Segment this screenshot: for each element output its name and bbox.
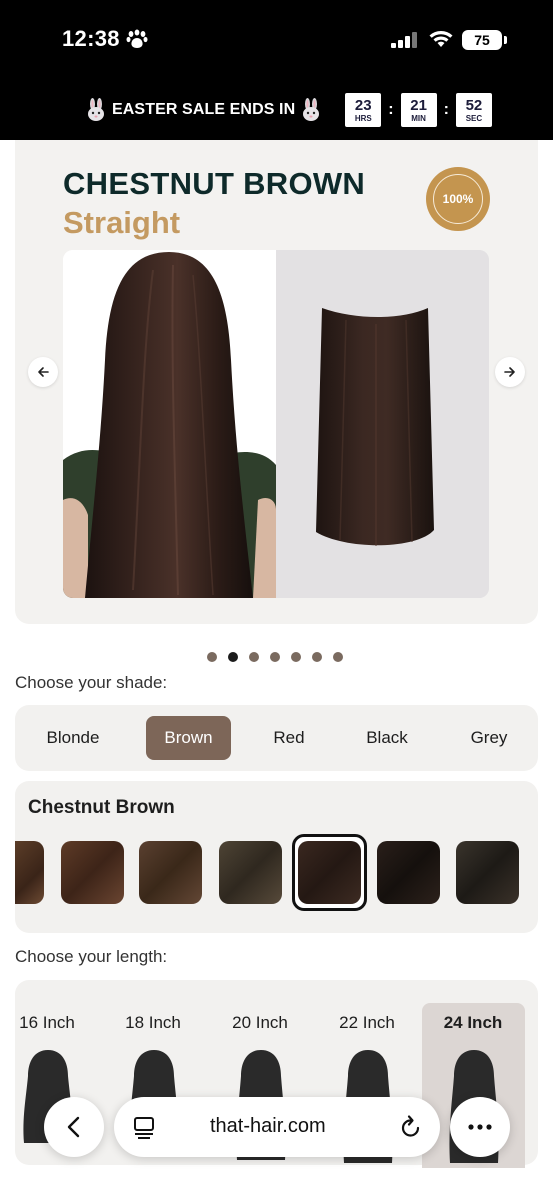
hair-extension-photo [276,250,489,598]
app-root: 12:38 75 EASTER SALE ENDS IN 23 HRS: 21… [0,0,553,1200]
shade-swatch-selected[interactable] [298,841,361,904]
product-color-title: CHESTNUT BROWN [63,166,366,201]
carousel-prev-button[interactable] [28,357,58,387]
carousel-next-button[interactable] [495,357,525,387]
signal-icon [391,32,417,48]
bunny-icon [88,98,104,121]
sale-banner: EASTER SALE ENDS IN 23 HRS : 21 MIN: 52… [86,93,492,127]
shade-swatch[interactable] [456,841,519,904]
shade-option-brown[interactable]: Brown [146,716,231,760]
countdown-separator: : [443,101,449,118]
carousel-dot[interactable] [207,652,217,662]
arrow-right-icon [504,367,515,377]
length-option-22[interactable]: 22 Inch [317,1013,417,1033]
shade-option-blonde[interactable]: Blonde [30,716,116,760]
shade-swatch[interactable] [15,841,44,904]
carousel-dot[interactable] [312,652,322,662]
carousel-pagination [207,652,343,662]
seal-percentage: 100% [442,192,474,206]
countdown-unit: HRS [354,113,372,123]
countdown-unit: SEC [465,113,483,123]
shade-option-red[interactable]: Red [258,716,320,760]
countdown-unit: MIN [411,113,426,123]
countdown-seconds: 52 SEC [455,93,492,127]
countdown-value: 21 [410,96,427,114]
carousel-dot[interactable] [249,652,259,662]
color-match-guarantee-seal: 100% [426,167,490,231]
tabs-icon[interactable] [133,1115,155,1139]
status-and-banner: 12:38 75 EASTER SALE ENDS IN 23 HRS: 21… [0,0,553,140]
shade-swatch[interactable] [139,841,202,904]
model-back-image [63,250,276,598]
carousel-dot[interactable] [291,652,301,662]
countdown-value: 52 [465,96,483,114]
length-option-20[interactable]: 20 Inch [210,1013,310,1033]
shade-swatch[interactable] [377,841,440,904]
carousel-dot[interactable] [270,652,280,662]
carousel-dot-active[interactable] [228,652,238,662]
paw-icon [126,29,148,48]
more-dots-icon [468,1124,492,1130]
length-section-label: Choose your length: [15,947,168,966]
reload-icon[interactable] [399,1114,423,1140]
status-time: 12:38 [62,26,120,51]
shade-option-black[interactable]: Black [352,716,422,760]
hair-extension-image [276,250,489,598]
countdown-hours: 23 HRS [345,93,382,127]
countdown-value: 23 [354,96,372,114]
arrow-left-icon [38,367,49,377]
length-option-16[interactable]: 16 Inch [0,1013,97,1033]
model-hair-photo [63,250,276,598]
bunny-icon [303,98,320,121]
product-style-title: Straight [63,205,181,240]
shade-section-label: Choose your shade: [15,673,168,692]
chevron-left-icon [67,1116,80,1138]
shade-option-grey[interactable]: Grey [454,716,524,760]
url-text[interactable]: that-hair.com [210,1115,326,1138]
shade-swatch[interactable] [219,841,282,904]
countdown-minutes: 21 MIN [400,93,437,127]
battery-indicator: 75 [462,30,507,50]
shade-swatch[interactable] [61,841,124,904]
carousel-dot[interactable] [333,652,343,662]
browser-more-button[interactable] [450,1097,510,1157]
countdown-separator: : [388,101,394,118]
length-option-24[interactable]: 24 Inch [423,1013,523,1033]
browser-back-button[interactable] [44,1097,104,1157]
sale-text: EASTER SALE ENDS IN [112,101,296,118]
selected-shade-name: Chestnut Brown [28,797,175,818]
length-option-18[interactable]: 18 Inch [103,1013,203,1033]
wifi-icon [429,31,453,47]
